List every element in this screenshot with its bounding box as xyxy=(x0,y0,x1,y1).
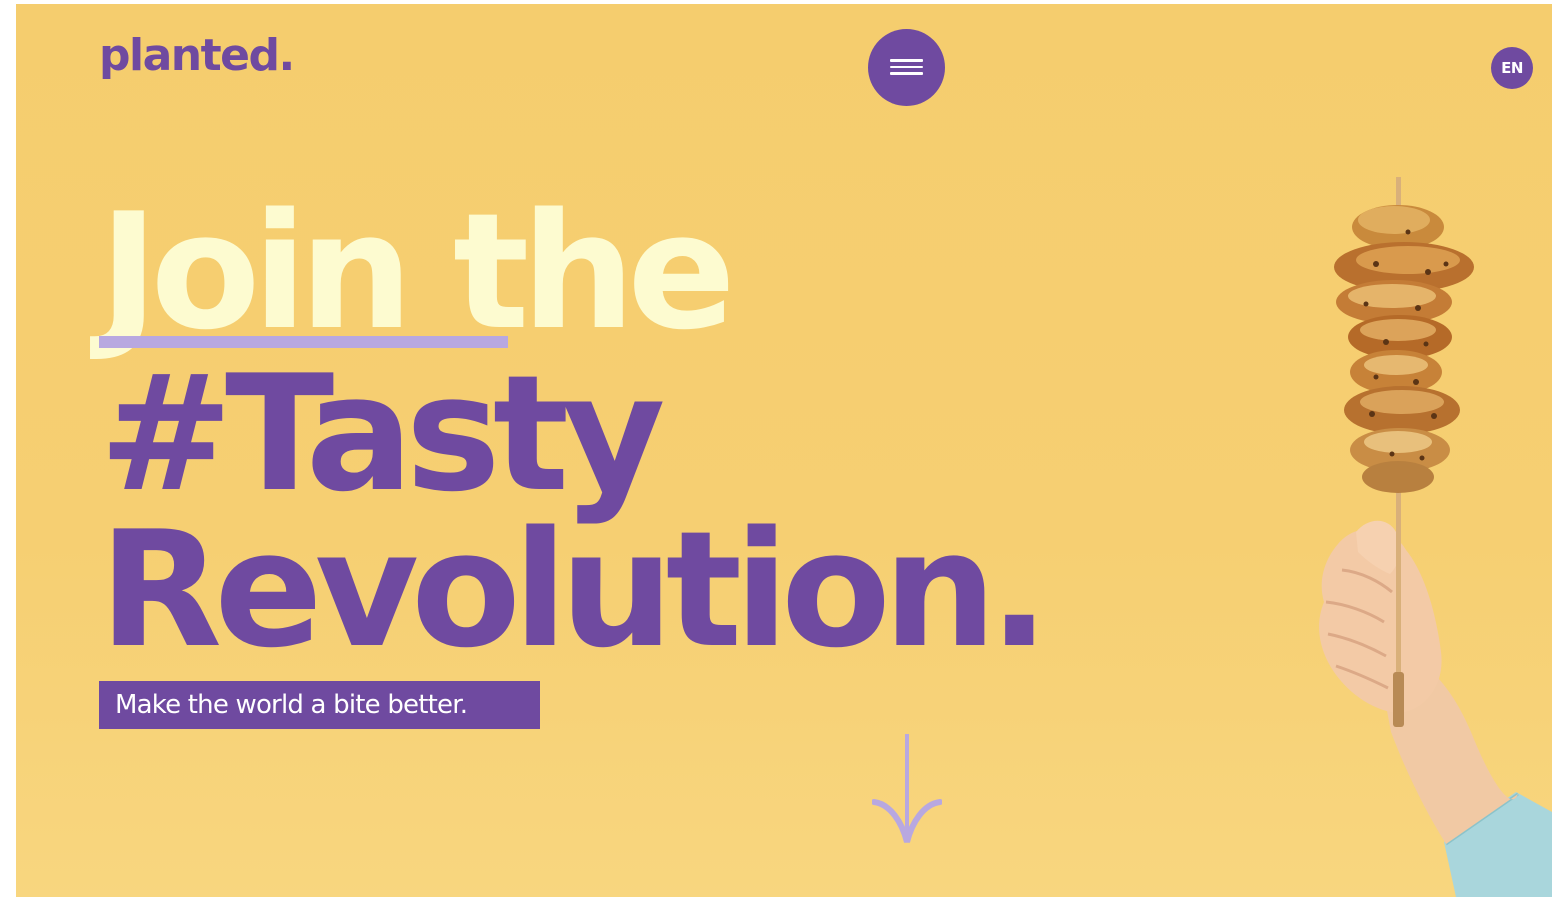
hero-page: planted. EN Join the #Tasty Revolution. … xyxy=(16,4,1552,897)
headline-line-3: Revolution. xyxy=(99,496,1050,683)
language-switch-button[interactable]: EN xyxy=(1491,47,1533,89)
headline-line-2: #Tasty xyxy=(99,340,666,527)
arrow-down-icon[interactable] xyxy=(872,734,942,846)
tagline-badge: Make the world a bite better. xyxy=(99,681,540,729)
hamburger-menu-icon xyxy=(890,59,923,75)
skewer-in-hand-image xyxy=(1319,177,1552,897)
brand-logo[interactable]: planted. xyxy=(99,34,295,78)
menu-button[interactable] xyxy=(868,29,945,106)
headline-line-1: Join the xyxy=(99,192,736,352)
headline-word-join: Join xyxy=(99,192,508,352)
